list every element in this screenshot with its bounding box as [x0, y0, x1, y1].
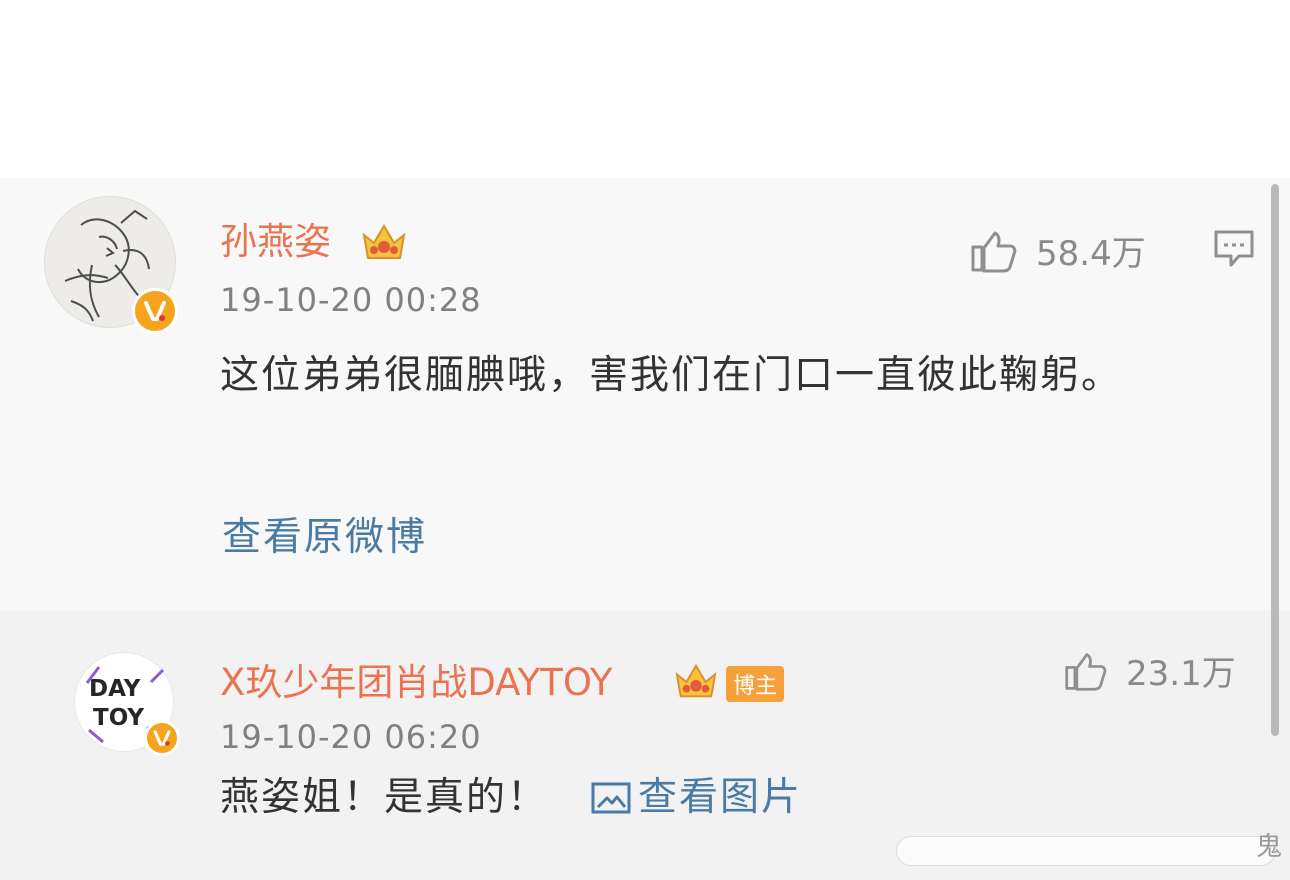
reply-text: 燕姿姐！是真的！: [220, 775, 549, 820]
top-blank-area: [0, 0, 1290, 178]
reply-like-button[interactable]: 23.1万: [1062, 646, 1236, 695]
thumbs-up-icon: [971, 231, 1017, 272]
thumbs-up-icon: [1065, 652, 1107, 691]
host-badge: 博主: [726, 666, 784, 702]
comment-timestamp: 19-10-20 00:28: [220, 281, 482, 319]
watermark-character: 鬼: [1256, 832, 1283, 862]
verified-badge: [144, 720, 180, 756]
svg-text:DAY: DAY: [89, 676, 141, 702]
view-original-link[interactable]: 查看原微博: [222, 518, 427, 557]
reply-commenter-name[interactable]: X玖少年团肖战DAYTOY: [220, 664, 613, 701]
verified-v-icon: [153, 730, 171, 746]
reply-timestamp: 19-10-20 06:20: [220, 718, 482, 756]
bottom-input-field[interactable]: [896, 836, 1276, 866]
crown-icon: [362, 224, 406, 259]
svg-text:TOY: TOY: [93, 705, 144, 731]
commenter-name[interactable]: 孙燕姿: [220, 223, 331, 260]
crown-icon: [675, 663, 717, 698]
verified-v-icon: [144, 301, 166, 321]
image-icon: [591, 782, 631, 813]
verified-badge: [132, 288, 178, 334]
comment-icon[interactable]: [1212, 228, 1256, 270]
vertical-scrollbar[interactable]: [1271, 184, 1279, 736]
like-count: 58.4万: [1036, 234, 1146, 274]
view-image-link[interactable]: 查看图片: [590, 778, 802, 817]
view-image-label: 查看图片: [638, 775, 803, 820]
like-button[interactable]: 58.4万: [968, 226, 1146, 275]
reply-like-count: 23.1万: [1126, 654, 1236, 694]
comment-text: 这位弟弟很腼腆哦，害我们在门口一直彼此鞠躬。: [220, 353, 1123, 398]
